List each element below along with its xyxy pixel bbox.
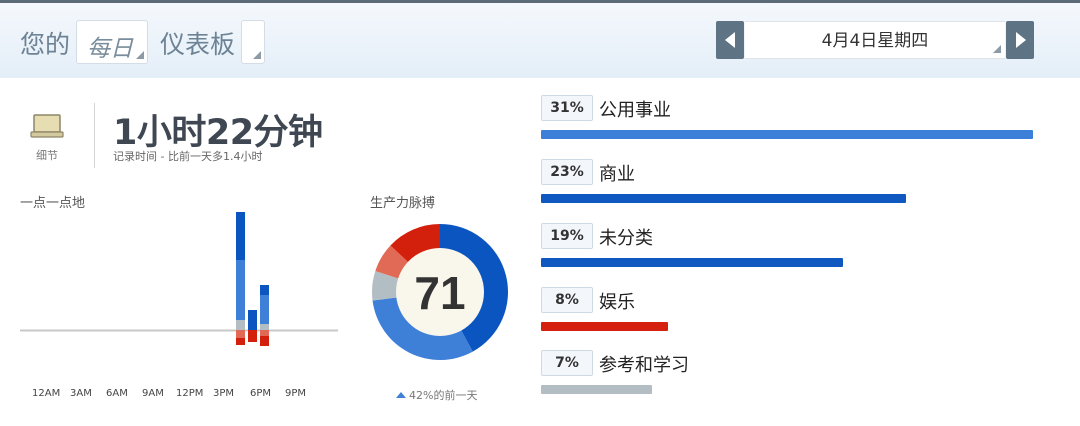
x-tick-label: 3AM <box>70 388 92 399</box>
hourly-bar-chart <box>20 212 338 346</box>
x-tick-label: 9PM <box>285 388 307 399</box>
x-tick-label: 6PM <box>250 388 272 399</box>
category-row[interactable]: 19% 未分类 <box>541 223 1041 273</box>
hour-bar-segment-neutral[interactable] <box>260 324 269 330</box>
category-percent: 19% <box>541 223 593 249</box>
period-value: 每日 <box>87 36 133 62</box>
category-row[interactable]: 8% 娱乐 <box>541 287 1041 337</box>
chevron-right-icon <box>1016 32 1026 48</box>
x-tick-label: 9AM <box>142 388 164 399</box>
hour-bar-segment-productive[interactable] <box>260 295 269 324</box>
laptop-icon[interactable] <box>30 113 64 139</box>
category-bar <box>541 385 653 394</box>
dashboard-header: 您的 每日 仪表板 4月4日星期四 <box>0 0 1080 78</box>
header-prefix: 您的 <box>20 30 71 59</box>
hour-bar-segment-neutral[interactable] <box>236 320 245 330</box>
hour-bar-segment-productive[interactable] <box>236 260 245 320</box>
productivity-pulse-donut[interactable]: 71 <box>370 222 510 362</box>
pulse-title: 生产力脉搏 <box>370 196 436 211</box>
pulse-score: 71 <box>414 267 465 319</box>
category-bar <box>541 194 907 203</box>
category-label: 公用事业 <box>599 100 671 121</box>
category-percent: 31% <box>541 95 593 121</box>
x-tick-label: 12AM <box>32 388 61 399</box>
dropdown-corner-icon <box>993 45 1001 53</box>
hour-bar-segment-very-productive[interactable] <box>236 212 245 260</box>
hour-bar-segment-very-productive[interactable] <box>248 310 257 330</box>
pulse-trend-text: 42%的前一天 <box>409 389 478 402</box>
hour-bar-segment-very-productive[interactable] <box>260 285 269 295</box>
chevron-left-icon <box>725 32 735 48</box>
category-bar <box>541 130 1033 139</box>
divider <box>94 103 95 168</box>
category-percent: 23% <box>541 159 593 185</box>
x-tick-label: 6AM <box>106 388 128 399</box>
category-bar <box>541 258 843 267</box>
details-link[interactable]: 细节 <box>36 147 58 163</box>
category-row[interactable]: 7% 参考和学习 <box>541 350 1041 400</box>
x-tick-label: 12PM <box>176 388 204 399</box>
dashboard-selector[interactable] <box>241 20 265 64</box>
previous-day-button[interactable] <box>716 21 744 59</box>
arrow-up-icon <box>396 392 406 398</box>
hour-bar-segment-very-distracting[interactable] <box>248 330 257 342</box>
dropdown-corner-icon <box>136 51 144 59</box>
date-value: 4月4日星期四 <box>821 31 929 51</box>
category-label: 未分类 <box>599 228 653 249</box>
hourly-chart-title: 一点一点地 <box>20 196 86 211</box>
category-percent: 8% <box>541 287 593 313</box>
next-day-button[interactable] <box>1006 21 1034 59</box>
x-tick-label: 3PM <box>213 388 235 399</box>
category-row[interactable]: 31% 公用事业 <box>541 95 1041 145</box>
header-title: 仪表板 <box>160 30 236 59</box>
hour-bar-segment-very-distracting[interactable] <box>236 338 245 345</box>
category-label: 参考和学习 <box>599 355 689 376</box>
hour-bar-segment-distracting[interactable] <box>236 330 245 338</box>
category-row[interactable]: 23% 商业 <box>541 159 1041 209</box>
date-picker[interactable]: 4月4日星期四 <box>745 21 1005 59</box>
period-selector[interactable]: 每日 <box>76 20 148 64</box>
category-percent: 7% <box>541 350 593 376</box>
dropdown-corner-icon <box>253 51 261 59</box>
hour-bar-segment-very-distracting[interactable] <box>260 336 269 346</box>
date-navigator: 4月4日星期四 <box>716 21 1034 61</box>
category-label: 商业 <box>599 164 635 185</box>
category-label: 娱乐 <box>599 292 635 313</box>
hour-bar-segment-distracting[interactable] <box>260 330 269 336</box>
total-time-subtitle: 记录时间 - 比前一天多1.4小时 <box>113 150 263 163</box>
pulse-trend: 42%的前一天 <box>396 387 477 403</box>
category-bar <box>541 322 668 331</box>
